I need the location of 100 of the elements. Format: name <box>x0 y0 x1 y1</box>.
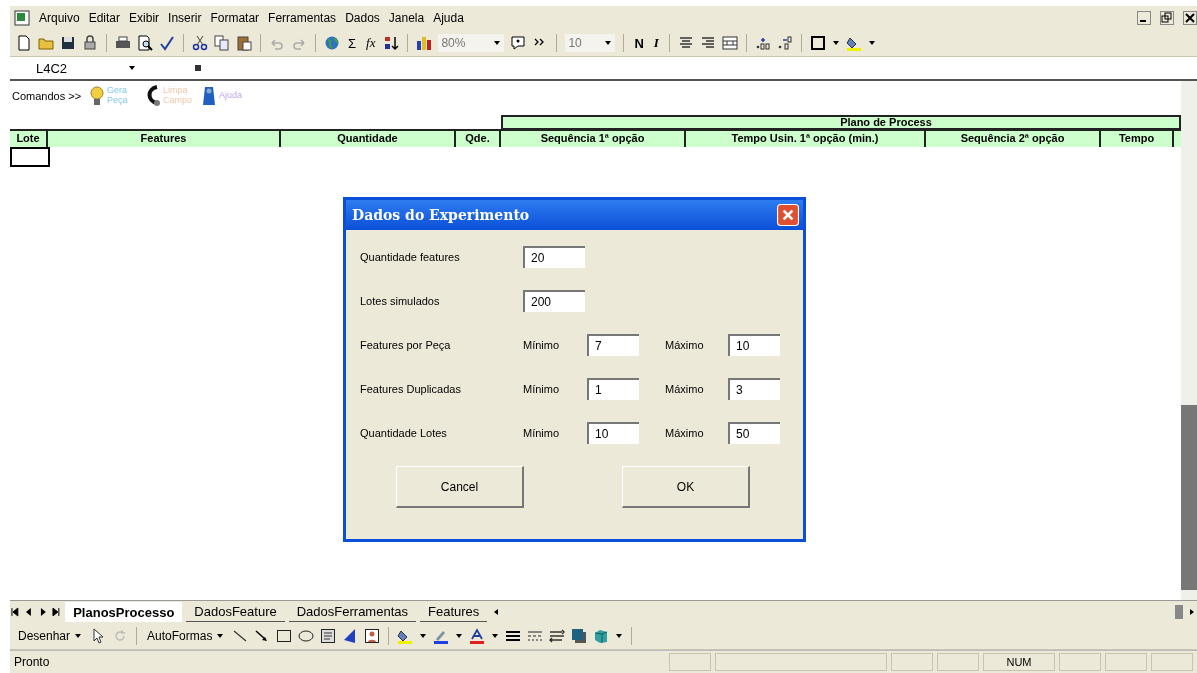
align-right-icon[interactable] <box>699 35 716 51</box>
caret-icon <box>74 633 83 639</box>
caret-icon[interactable] <box>867 40 876 46</box>
menu-item[interactable]: Formatar <box>210 11 260 25</box>
field-label: Mínimo <box>523 427 561 439</box>
input-field[interactable]: 10 <box>587 422 639 444</box>
sort-ascending-icon[interactable] <box>383 35 400 51</box>
function-button[interactable]: fx <box>364 35 378 51</box>
autosum-button[interactable]: Σ <box>346 35 359 51</box>
picture-icon[interactable] <box>364 628 381 644</box>
input-field[interactable]: 200 <box>523 290 585 312</box>
shadow-icon[interactable] <box>571 628 588 644</box>
input-field[interactable]: 1 <box>587 378 639 400</box>
borders-icon[interactable] <box>809 35 826 51</box>
caret-icon[interactable] <box>491 633 500 639</box>
menu-item[interactable]: Exibir <box>129 11 160 25</box>
column-header: Tempo <box>1101 131 1174 147</box>
field-label: Mínimo <box>523 339 561 351</box>
caret-icon <box>216 633 225 639</box>
cable-icon <box>145 85 162 107</box>
autoshapes-menu[interactable]: AutoFormas <box>145 629 227 643</box>
oval-icon[interactable] <box>298 628 315 644</box>
menu-item[interactable]: Editar <box>88 11 121 25</box>
line-color-icon[interactable] <box>433 628 450 644</box>
dash-style-icon[interactable] <box>527 628 544 644</box>
caret-icon[interactable] <box>831 40 840 46</box>
column-header: Tempo Usin. 1ª opção (min.) <box>686 131 926 147</box>
spreadsheet-app-icon[interactable] <box>14 10 30 26</box>
field-label: Quantidade features <box>360 251 461 263</box>
folder-icon[interactable] <box>38 35 54 51</box>
field-label: Quantidade Lotes <box>360 427 448 439</box>
input-field[interactable]: 10 <box>728 334 780 356</box>
close-icon[interactable] <box>1183 11 1197 25</box>
text-box-icon[interactable] <box>320 628 337 644</box>
fill-color-icon[interactable] <box>845 35 862 51</box>
rectangle-icon[interactable] <box>276 628 293 644</box>
paste-icon[interactable] <box>236 35 252 51</box>
input-field[interactable]: 7 <box>587 334 639 356</box>
bold-button[interactable]: N <box>632 35 646 51</box>
menu-item[interactable]: Dados <box>345 11 380 25</box>
italic-button[interactable]: I <box>651 35 661 51</box>
help-icon[interactable] <box>510 35 527 51</box>
input-field[interactable]: 50 <box>728 422 780 444</box>
font-color-icon[interactable] <box>469 628 486 644</box>
field-label: Mínimo <box>523 383 561 395</box>
draw-menu[interactable]: Desenhar <box>16 629 85 643</box>
name-box[interactable]: L4C2 <box>10 59 140 77</box>
new-document-icon[interactable] <box>16 35 32 51</box>
status-pane <box>937 653 979 671</box>
restore-icon[interactable] <box>1160 11 1174 25</box>
caret-icon[interactable] <box>455 633 464 639</box>
dialog-button[interactable]: OK <box>622 466 750 508</box>
status-pane <box>891 653 933 671</box>
merge-cells-icon[interactable] <box>721 35 738 51</box>
spell-check-icon[interactable] <box>159 35 175 51</box>
zoom-dropdown[interactable]: 80% <box>438 34 505 52</box>
caret-icon[interactable] <box>419 633 428 639</box>
scissors-icon[interactable] <box>192 35 208 51</box>
input-field[interactable]: 20 <box>523 246 585 268</box>
decrease-decimals-icon[interactable] <box>776 35 793 51</box>
field-label: Lotes simulados <box>360 295 441 307</box>
line-style-icon[interactable] <box>505 628 522 644</box>
column-header: Qde. <box>456 131 501 147</box>
status-pane <box>1151 653 1193 671</box>
field-label: Features Duplicadas <box>360 383 462 395</box>
line-icon[interactable] <box>232 628 249 644</box>
group-header: Plano de Process <box>501 115 1181 129</box>
first-sheet-icon[interactable] <box>10 607 20 617</box>
last-sheet-icon[interactable] <box>51 607 62 617</box>
caret-icon <box>493 40 502 46</box>
arrow-style-icon[interactable] <box>549 628 566 644</box>
selected-cell[interactable] <box>10 147 50 167</box>
copy-icon[interactable] <box>214 35 230 51</box>
commands-label: Comandos >> <box>12 90 82 102</box>
align-center-icon[interactable] <box>677 35 694 51</box>
column-header: Lote <box>10 131 48 147</box>
font-size-dropdown[interactable]: 10 <box>565 34 616 52</box>
minimize-icon[interactable] <box>1137 11 1151 25</box>
caret-icon[interactable] <box>615 633 624 639</box>
field-label: Features por Peça <box>360 339 452 351</box>
printer-icon[interactable] <box>115 35 131 51</box>
caret-icon <box>128 65 136 71</box>
globe-icon[interactable] <box>324 35 340 51</box>
square-icon[interactable] <box>194 64 202 72</box>
menu-item[interactable]: Arquivo <box>39 11 80 25</box>
sheet-tab[interactable]: PlanosProcesso <box>65 602 183 622</box>
increase-decimals-icon[interactable] <box>754 35 771 51</box>
dialog-button[interactable]: Cancel <box>396 466 524 508</box>
fill-color-icon[interactable] <box>397 628 414 644</box>
input-field[interactable]: 3 <box>728 378 780 400</box>
lock-icon[interactable] <box>82 35 98 51</box>
vertical-scrollbar[interactable] <box>1181 81 1197 600</box>
menu-item[interactable]: Janela <box>388 11 425 25</box>
scroll-thumb[interactable] <box>1175 605 1183 619</box>
menu-item[interactable]: Ferramentas <box>268 11 337 25</box>
bar-chart-icon[interactable] <box>416 35 433 51</box>
menu-item[interactable]: Ajuda <box>433 11 464 25</box>
print-preview-icon[interactable] <box>137 35 153 51</box>
menu-item[interactable]: Inserir <box>168 11 202 25</box>
cube-icon[interactable] <box>593 628 610 644</box>
